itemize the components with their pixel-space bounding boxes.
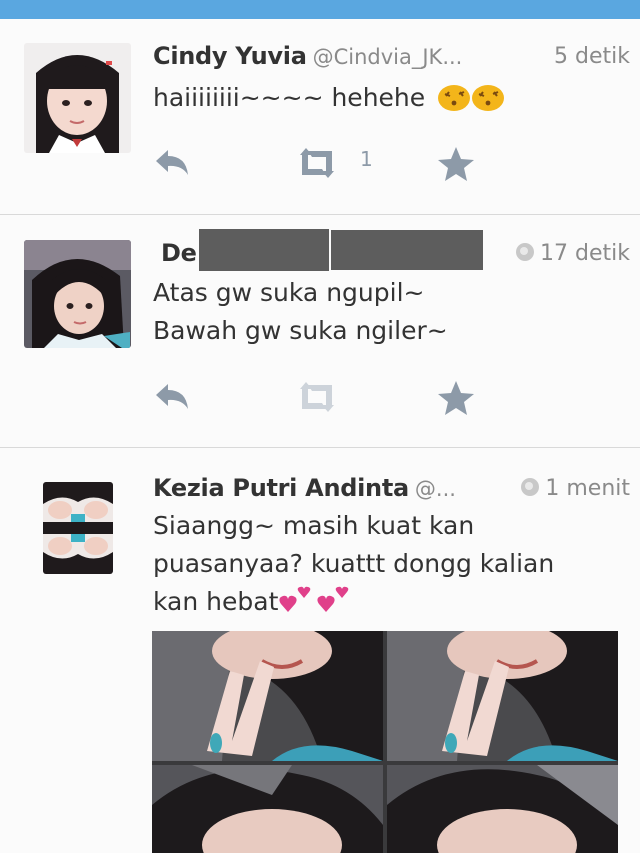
two-hearts-icon — [278, 584, 316, 625]
tweet-header: Cindy Yuvia @Cindvia_JK... 5 detik — [153, 42, 630, 76]
reply-icon[interactable] — [152, 145, 192, 185]
tweet-text: Siaangg~ masih kuat kan puasanyaa? kuatt… — [153, 507, 623, 625]
timestamp[interactable]: 17 detik — [516, 241, 630, 266]
tweet-text-line: puasanyaa? kuattt dongg kalian — [153, 549, 555, 578]
tweet-item[interactable]: Kezia Putri Andinta @... 1 menit Siaangg~… — [0, 448, 640, 853]
favorite-star-icon[interactable] — [436, 145, 476, 187]
globe-icon — [521, 478, 540, 496]
globe-icon — [516, 243, 535, 261]
avatar[interactable] — [24, 43, 131, 153]
tweet-text: Atas gw suka ngupil~ Bawah gw suka ngile… — [153, 274, 623, 350]
author-name[interactable]: Kezia Putri Andinta — [153, 474, 409, 502]
redaction-block — [331, 230, 483, 270]
author-handle[interactable]: @... — [415, 477, 456, 501]
avatar[interactable] — [24, 240, 131, 348]
tweet-actions: 1 — [150, 145, 510, 185]
tweet-actions — [150, 379, 510, 419]
tweet-item[interactable]: Cindy Yuvia @Cindvia_JK... 5 detik haiiii… — [0, 19, 640, 214]
timestamp[interactable]: 1 menit — [521, 476, 630, 501]
status-bar — [0, 0, 640, 19]
retweet-icon[interactable] — [294, 145, 340, 185]
author-name[interactable]: De — [161, 239, 197, 267]
retweet-count: 1 — [360, 147, 373, 171]
tweet-text: haiiiiiiii~~~~ hehehe — [153, 79, 623, 123]
reply-icon[interactable] — [152, 379, 192, 419]
author-name[interactable]: Cindy Yuvia — [153, 42, 307, 70]
tweet-header: Kezia Putri Andinta @... 1 menit — [153, 474, 630, 508]
avatar[interactable] — [43, 482, 113, 574]
timestamp-text: 17 detik — [540, 241, 630, 266]
author-handle[interactable]: @Cindvia_JK... — [313, 45, 463, 69]
tweet-item[interactable]: De 17 detik Atas gw suka ngupil~ Bawah g… — [0, 215, 640, 447]
timestamp[interactable]: 5 detik — [554, 44, 630, 69]
tweet-text-line: Bawah gw suka ngiler~ — [153, 316, 448, 345]
two-hearts-icon — [316, 584, 354, 625]
retweet-icon — [294, 379, 340, 419]
tweet-photo[interactable] — [152, 631, 618, 853]
tweet-text-line: kan hebat — [153, 587, 279, 616]
favorite-star-icon[interactable] — [436, 379, 476, 421]
kissing-face-icon — [437, 82, 471, 123]
tweet-text-line: Atas gw suka ngupil~ — [153, 278, 425, 307]
tweet-text-line: haiiiiiiii~~~~ hehehe — [153, 83, 426, 112]
timestamp-text: 1 menit — [545, 476, 630, 501]
kissing-face-icon — [471, 82, 505, 123]
tweet-text-line: Siaangg~ masih kuat kan — [153, 511, 475, 540]
redaction-block — [199, 229, 329, 271]
